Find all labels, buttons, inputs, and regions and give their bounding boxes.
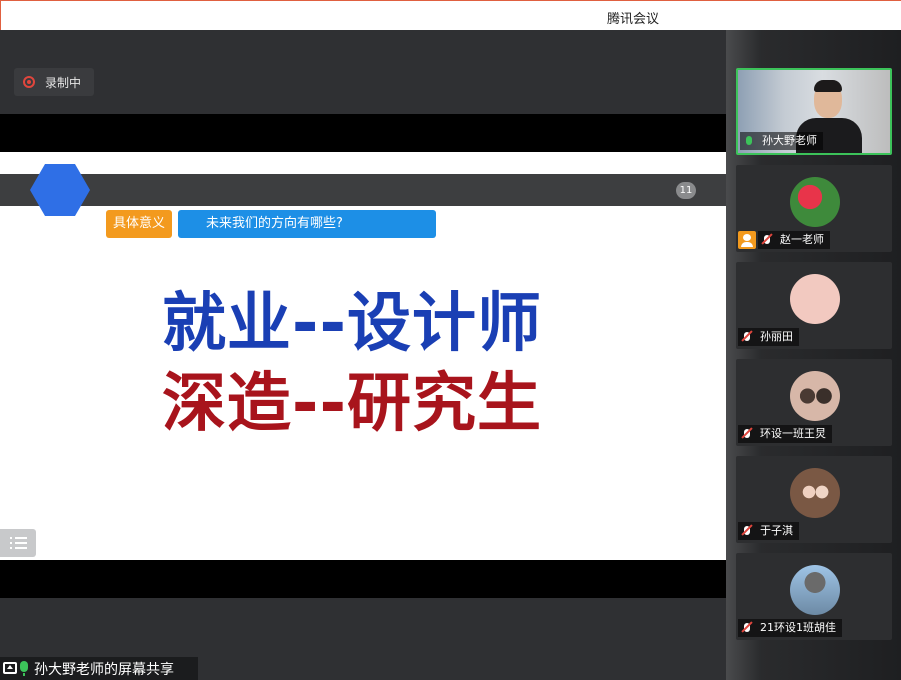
microphone-on-icon bbox=[746, 136, 752, 145]
host-badge-icon bbox=[738, 231, 756, 249]
recording-label: 录制中 bbox=[45, 76, 82, 90]
microphone-muted-icon bbox=[764, 235, 770, 244]
couple-avatar-icon bbox=[790, 371, 840, 421]
window-title: 腾讯会议 bbox=[607, 12, 660, 27]
slide-page-number: 11 bbox=[676, 182, 696, 199]
screen-share-icon bbox=[3, 662, 17, 674]
letterbox-top bbox=[0, 114, 726, 152]
participant-list: 孙大野老师 赵一老师 孙丽田 环设一班王炅 于子淇 21环设1班胡佳 bbox=[726, 30, 901, 680]
screen-share-text: 孙大野老师的屏幕共享 bbox=[34, 662, 174, 678]
slide-headline-study: 深造--研究生 bbox=[161, 367, 543, 441]
participant-tile[interactable]: 孙丽田 bbox=[736, 262, 892, 349]
participant-name: 孙大野老师 bbox=[740, 132, 823, 150]
recording-indicator[interactable]: 录制中 bbox=[14, 68, 94, 96]
microphone-muted-icon bbox=[744, 623, 750, 632]
slide-tag-question: 未来我们的方向有哪些? bbox=[178, 210, 436, 238]
record-icon bbox=[23, 76, 35, 88]
participant-tile[interactable]: 赵一老师 bbox=[736, 165, 892, 252]
microphone-muted-icon bbox=[744, 332, 750, 341]
participant-name: 21环设1班胡佳 bbox=[738, 619, 842, 637]
participant-tile[interactable]: 21环设1班胡佳 bbox=[736, 553, 892, 640]
runner-avatar-icon bbox=[790, 274, 840, 324]
title-bar: 腾讯会议 bbox=[0, 0, 901, 30]
participant-tile[interactable]: 环设一班王炅 bbox=[736, 359, 892, 446]
girls-avatar-icon bbox=[790, 468, 840, 518]
microphone-muted-icon bbox=[744, 526, 750, 535]
participant-tile[interactable]: 于子淇 bbox=[736, 456, 892, 543]
letterbox-bottom bbox=[0, 560, 726, 598]
slide-tag-meaning: 具体意义 bbox=[106, 210, 172, 238]
hat-avatar-icon bbox=[790, 565, 840, 615]
participant-name: 赵一老师 bbox=[758, 231, 830, 249]
participant-tile[interactable]: 孙大野老师 bbox=[736, 68, 892, 155]
list-icon bbox=[10, 537, 12, 539]
hexagon-logo-icon bbox=[30, 164, 90, 216]
participant-name: 环设一班王炅 bbox=[738, 425, 832, 443]
participant-name: 于子淇 bbox=[738, 522, 799, 540]
participant-name: 孙丽田 bbox=[738, 328, 799, 346]
slide-header-band bbox=[0, 174, 726, 206]
meeting-window: 腾讯会议 录制中 11 具体意义 未来我们的方向有哪些? 就业--设计师 深造-… bbox=[0, 0, 901, 680]
slide-menu-button[interactable] bbox=[0, 529, 36, 557]
slide-headline-employment: 就业--设计师 bbox=[161, 287, 543, 361]
screen-share-label: 孙大野老师的屏幕共享 bbox=[0, 657, 198, 680]
microphone-icon bbox=[20, 661, 28, 676]
screen-share-area: 录制中 11 具体意义 未来我们的方向有哪些? 就业--设计师 深造--研究生 bbox=[0, 30, 726, 680]
presentation-slide: 11 具体意义 未来我们的方向有哪些? 就业--设计师 深造--研究生 bbox=[0, 152, 726, 560]
flower-avatar-icon bbox=[790, 177, 840, 227]
microphone-muted-icon bbox=[744, 429, 750, 438]
